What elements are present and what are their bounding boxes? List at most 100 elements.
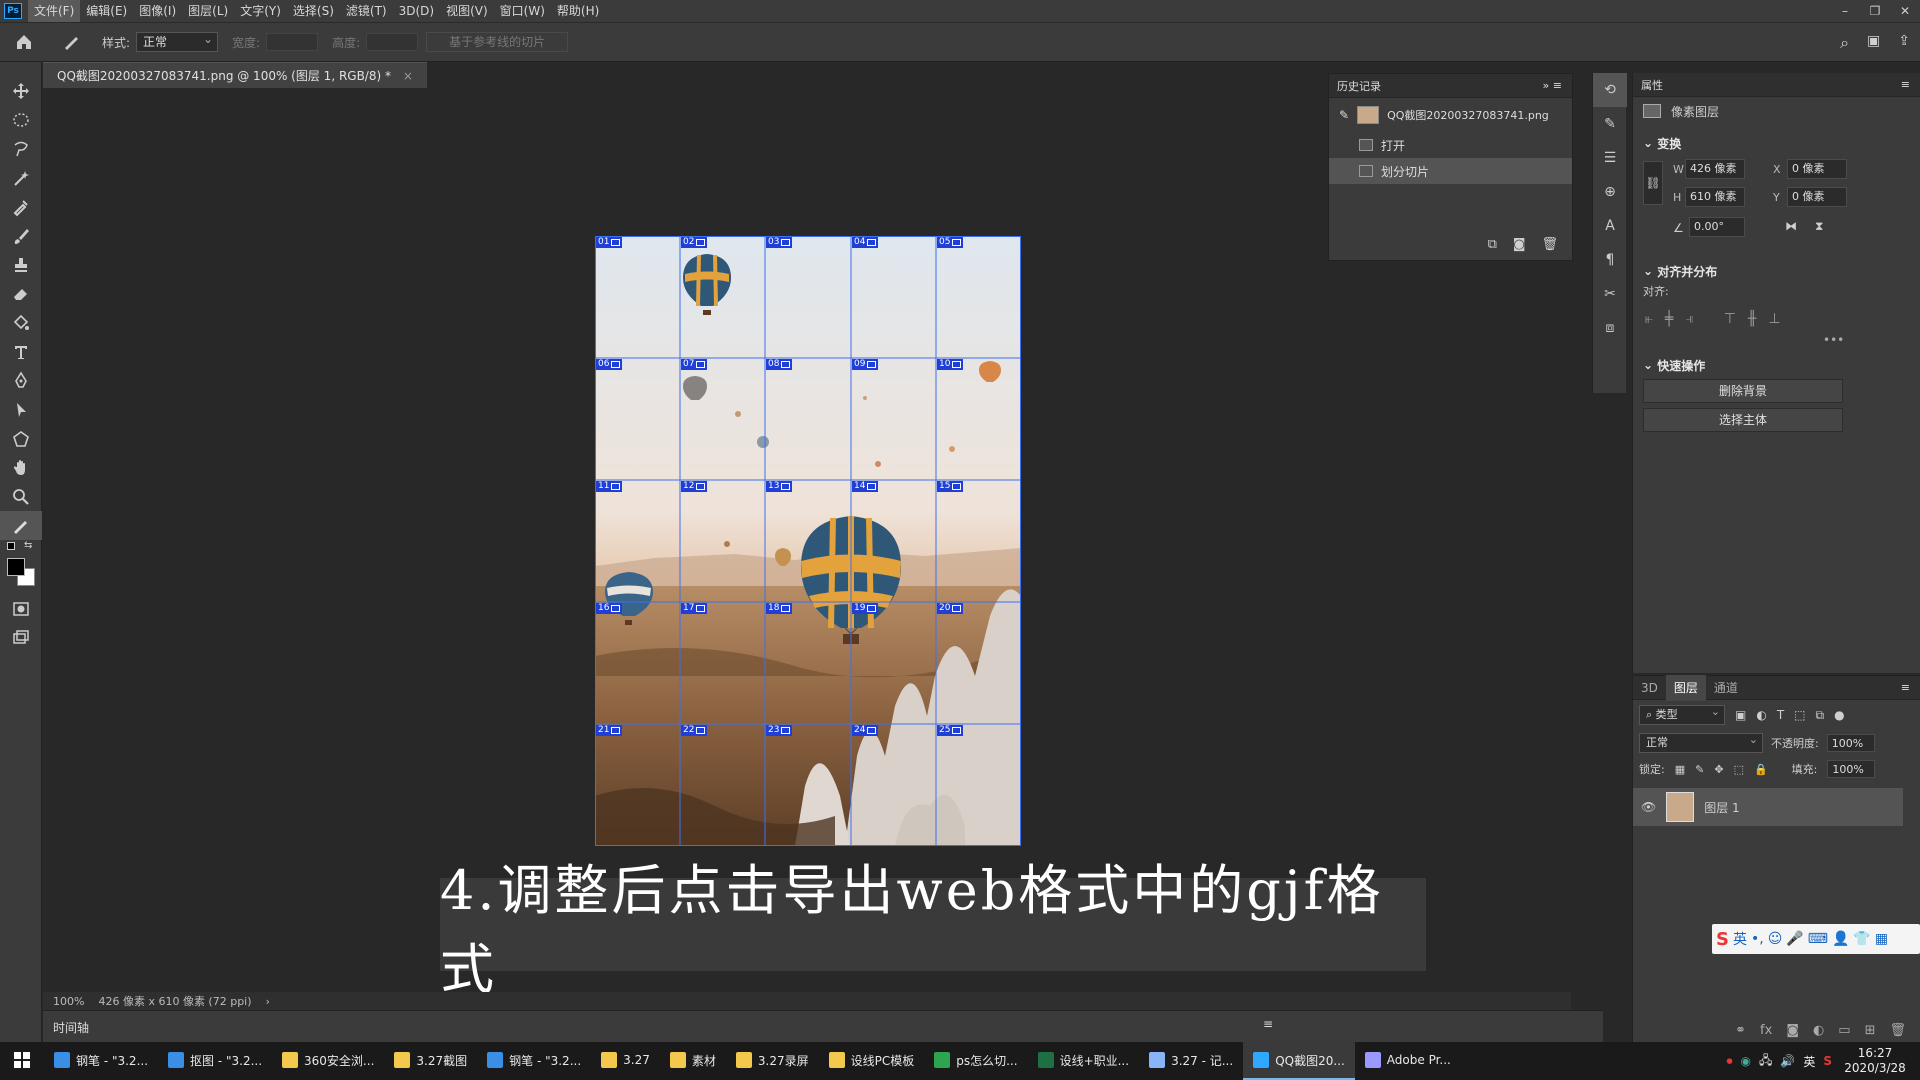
tab-3d[interactable]: 3D: [1633, 675, 1666, 701]
paint-bucket-tool-icon[interactable]: [0, 308, 42, 337]
tab-layers[interactable]: 图层: [1665, 674, 1706, 701]
menu-item[interactable]: 文件(F): [28, 0, 81, 22]
search-icon[interactable]: ⌕: [1840, 33, 1849, 53]
magic-wand-tool-icon[interactable]: [0, 163, 42, 192]
align-middle-v-icon[interactable]: ╫: [1748, 311, 1756, 327]
foreground-color-swatch[interactable]: [7, 558, 25, 576]
history-snapshot[interactable]: ✎ QQ截图20200327083741.png: [1329, 98, 1572, 132]
slices-from-guides-button[interactable]: 基于参考线的切片: [426, 32, 569, 52]
blend-mode-select[interactable]: 正常: [1639, 731, 1763, 753]
eraser-tool-icon[interactable]: [0, 279, 42, 308]
path-selection-tool-icon[interactable]: [0, 395, 42, 424]
add-mask-icon[interactable]: ◙: [1786, 1023, 1799, 1038]
zoom-tool-icon[interactable]: [0, 482, 42, 511]
slice-badge[interactable]: 01: [596, 237, 623, 248]
new-group-icon[interactable]: ▭: [1838, 1023, 1850, 1038]
remove-background-button[interactable]: 删除背景: [1643, 379, 1843, 403]
clock[interactable]: 16:27 2020/3/28: [1840, 1046, 1910, 1076]
adjustments-icon[interactable]: ☰: [1593, 141, 1627, 175]
taskbar-app[interactable]: ps怎么切...: [924, 1042, 1027, 1080]
slice-badge[interactable]: 08: [766, 359, 793, 370]
slice-badge[interactable]: 20: [937, 603, 964, 614]
close-icon[interactable]: ✕: [1890, 0, 1920, 22]
slice-tool-preset-icon[interactable]: [48, 28, 96, 57]
tab-close-icon[interactable]: ×: [403, 69, 413, 83]
align-bottom-icon[interactable]: ⊥: [1768, 311, 1780, 327]
slice-badge[interactable]: 17: [681, 603, 708, 614]
marquee-tool-icon[interactable]: [0, 105, 42, 134]
snapshot-camera-icon[interactable]: ◙: [1513, 237, 1526, 252]
taskbar-app[interactable]: 360安全浏...: [272, 1042, 384, 1080]
width-field[interactable]: [266, 33, 319, 51]
fx-icon[interactable]: fx: [1760, 1023, 1772, 1038]
x-input[interactable]: 0 像素: [1787, 159, 1847, 179]
ime-emoji-icon[interactable]: ☺: [1768, 931, 1783, 947]
record-icon[interactable]: ⏺: [1726, 1054, 1732, 1069]
trash-icon[interactable]: 🗑: [1541, 237, 1558, 252]
menu-item[interactable]: 编辑(E): [80, 0, 133, 22]
taskbar-app[interactable]: 3.27 - 记...: [1139, 1042, 1243, 1080]
panel-collapse-icon[interactable]: » ≡: [1543, 79, 1562, 92]
taskbar-app[interactable]: 设线PC模板: [819, 1042, 925, 1080]
taskbar-app[interactable]: Adobe Pr...: [1355, 1042, 1461, 1080]
home-icon[interactable]: [0, 28, 48, 57]
y-input[interactable]: 0 像素: [1787, 187, 1847, 207]
slice-badge[interactable]: 03: [766, 237, 793, 248]
align-right-icon[interactable]: ⫣: [1685, 311, 1693, 327]
menu-item[interactable]: 文字(Y): [234, 0, 287, 22]
menu-item[interactable]: 图像(I): [133, 0, 182, 22]
menu-item[interactable]: 3D(D): [393, 0, 440, 22]
menu-item[interactable]: 视图(V): [440, 0, 494, 22]
taskbar-app[interactable]: 3.27录屏: [726, 1042, 819, 1080]
taskbar-app[interactable]: QQ截图20...: [1243, 1042, 1355, 1080]
menu-item[interactable]: 窗口(W): [494, 0, 551, 22]
taskbar-app[interactable]: 素材: [660, 1042, 726, 1080]
volume-icon[interactable]: 🔊: [1780, 1054, 1795, 1068]
lock-transparent-icon[interactable]: ▦: [1675, 763, 1685, 776]
color-swatches[interactable]: [0, 554, 41, 594]
ime-punct-icon[interactable]: •,: [1751, 931, 1764, 947]
align-section[interactable]: ⌄ 对齐并分布: [1633, 259, 1920, 283]
default-colors-icon[interactable]: ⇆: [0, 540, 41, 554]
ime-mic-icon[interactable]: 🎤: [1786, 931, 1803, 947]
shape-tool-icon[interactable]: [0, 424, 42, 453]
select-subject-button[interactable]: 选择主体: [1643, 408, 1843, 432]
angle-input[interactable]: 0.00°: [1689, 217, 1745, 237]
align-center-h-icon[interactable]: ╪: [1665, 311, 1673, 327]
panel-menu-icon[interactable]: ≡: [1263, 1017, 1273, 1031]
opacity-input[interactable]: 100%: [1826, 734, 1875, 752]
360-icon[interactable]: ◉: [1741, 1054, 1751, 1068]
paragraph-icon[interactable]: ¶: [1593, 243, 1627, 277]
quick-mask-icon[interactable]: [0, 594, 42, 623]
flip-vertical-icon[interactable]: ⧗: [1815, 219, 1823, 234]
status-chevron-icon[interactable]: ›: [266, 995, 270, 1008]
hand-tool-icon[interactable]: [0, 453, 42, 482]
ime-grid-icon[interactable]: ▦: [1875, 931, 1888, 947]
history-brush-icon[interactable]: ✎: [1339, 108, 1349, 122]
width-input[interactable]: 426 像素: [1685, 159, 1745, 179]
layer-row[interactable]: 👁 图层 1: [1633, 788, 1903, 826]
workspace-icon[interactable]: ▣: [1867, 33, 1880, 53]
slice-badge[interactable]: 10: [937, 359, 964, 370]
filter-smart-object-icon[interactable]: ⧉: [1816, 708, 1825, 723]
tool-presets-icon[interactable]: ✂: [1593, 277, 1627, 311]
align-top-icon[interactable]: ⊤: [1724, 311, 1736, 327]
properties-tab[interactable]: 属性: [1641, 77, 1663, 93]
filter-toggle-icon[interactable]: ●: [1834, 708, 1844, 722]
share-icon[interactable]: ⇪: [1898, 33, 1910, 53]
slice-badge[interactable]: 07: [681, 359, 708, 370]
history-dock-icon[interactable]: ⟲: [1593, 73, 1627, 107]
slice-tool-icon[interactable]: [0, 511, 42, 540]
panel-menu-icon[interactable]: ≡: [1901, 681, 1910, 694]
start-button[interactable]: [0, 1042, 44, 1080]
slice-badge[interactable]: 04: [852, 237, 879, 248]
slice-badge[interactable]: 12: [681, 481, 708, 492]
layer-filter-select[interactable]: ⌕ 类型: [1639, 703, 1725, 725]
network-icon[interactable]: 🖧: [1759, 1051, 1772, 1072]
minimize-icon[interactable]: –: [1830, 0, 1860, 22]
brush-tool-icon[interactable]: [0, 221, 42, 250]
fill-input[interactable]: 100%: [1827, 760, 1876, 778]
taskbar-app[interactable]: 抠图 - "3.2...: [158, 1042, 272, 1080]
move-tool-icon[interactable]: [0, 76, 42, 105]
libraries-icon[interactable]: ⧈: [1593, 311, 1627, 345]
